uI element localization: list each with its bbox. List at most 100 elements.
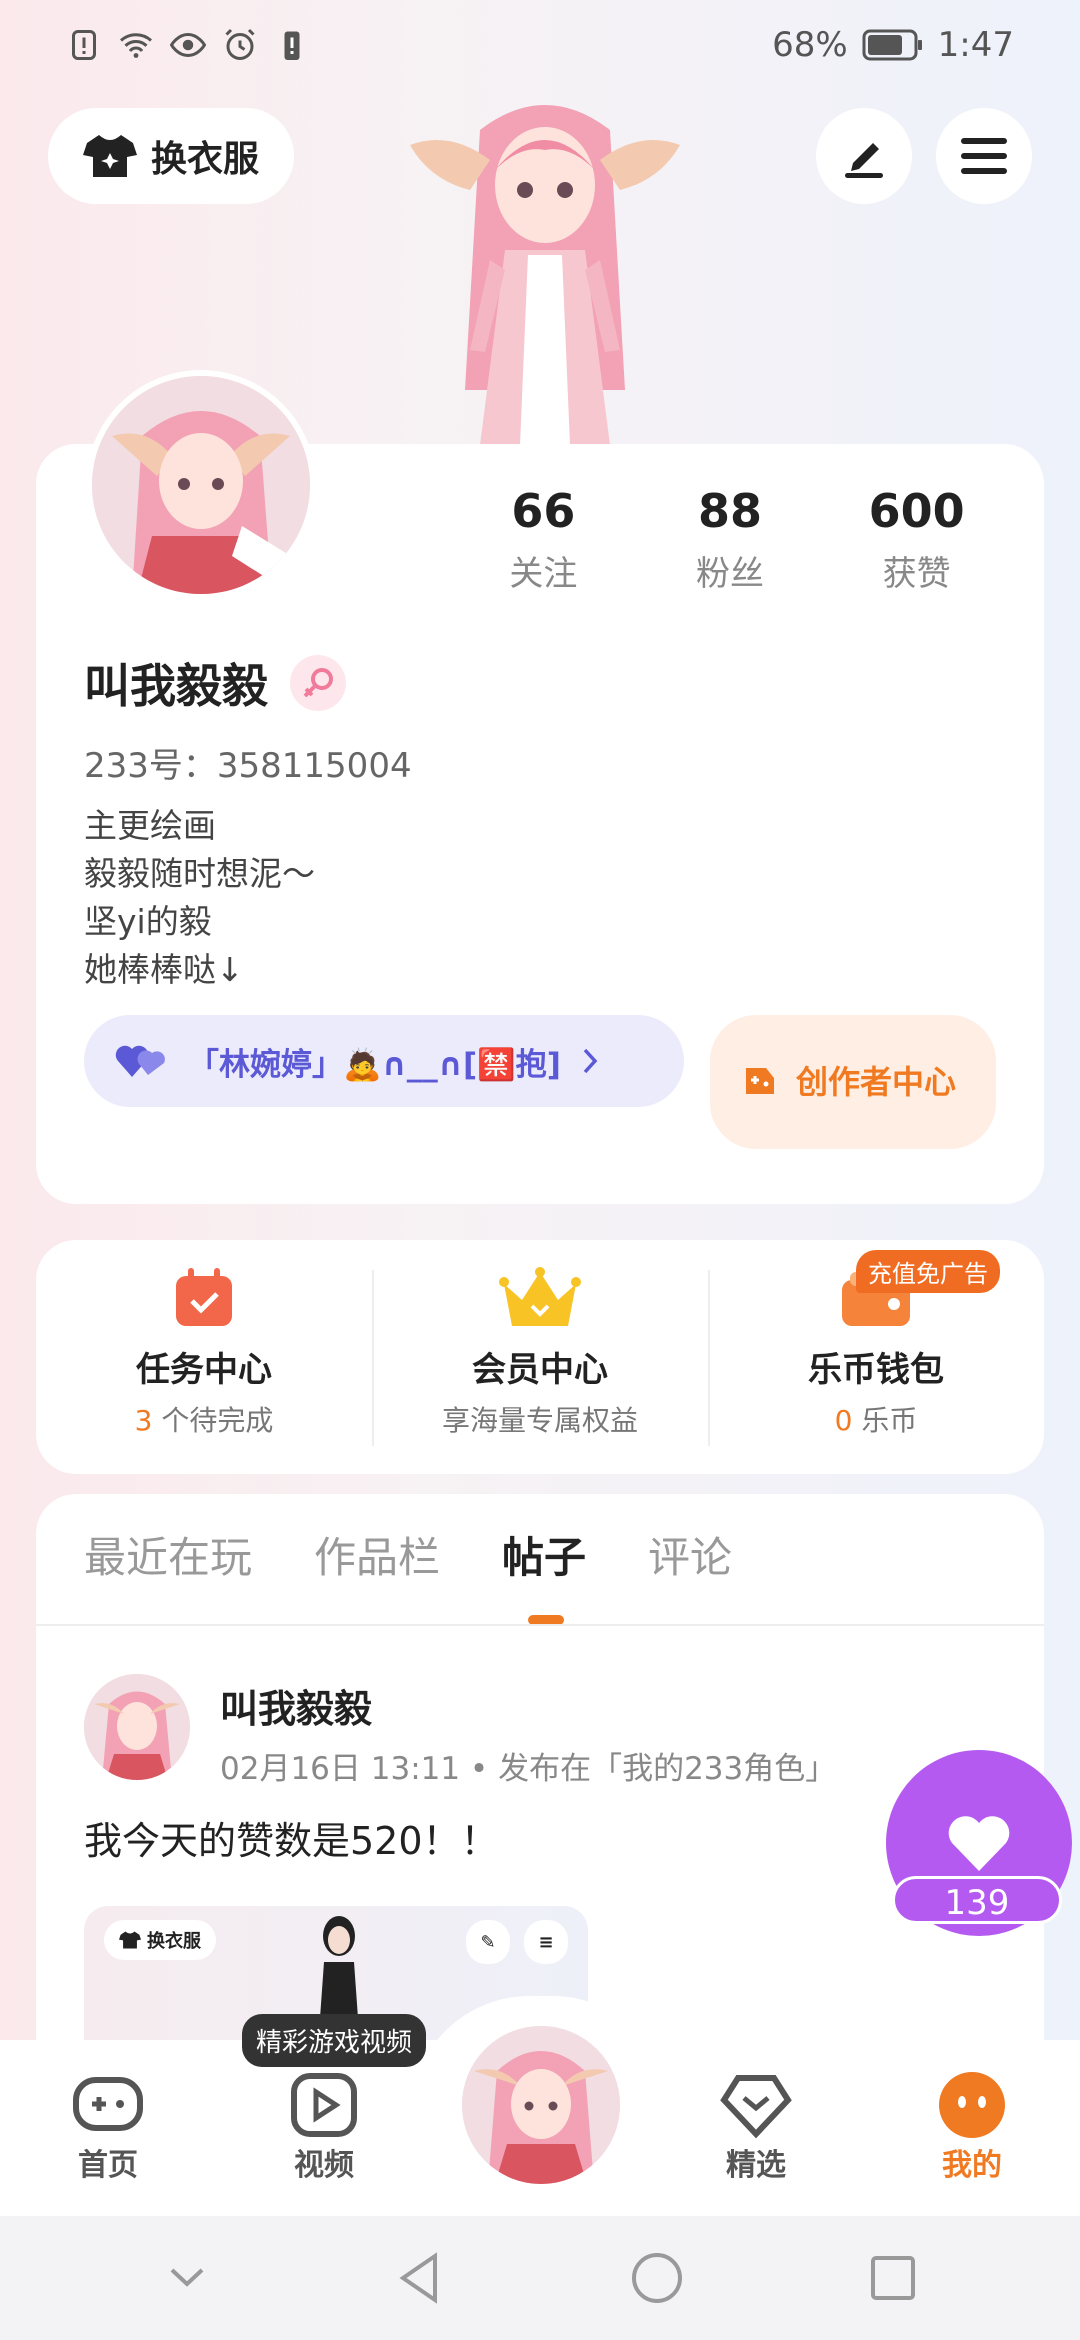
post-author-info: 叫我毅毅 02月16日 13:11 • 发布在「我的233角色」 [220, 1674, 836, 1788]
profile-stats: 66 关注 88 粉丝 600 获赞 [450, 484, 1010, 595]
stat-label: 粉丝 [696, 554, 764, 594]
relationship-pill[interactable]: 「林婉婷」🙇∩__∩[🈲抱] [84, 1015, 684, 1107]
bio-line: 主更绘画 [84, 806, 216, 845]
menu-button[interactable] [936, 108, 1032, 204]
post-author-name[interactable]: 叫我毅毅 [220, 1678, 836, 1733]
edit-profile-button[interactable] [816, 108, 912, 204]
nav-label: 精选 [726, 2148, 786, 2183]
post-meta: 02月16日 13:11 • 发布在「我的233角色」 [220, 1751, 837, 1787]
battery-icon [862, 29, 922, 61]
hamburger-icon [961, 138, 1007, 174]
video-tooltip: 精彩游戏视频 [242, 2014, 427, 2067]
avatar-image [92, 376, 310, 594]
user-id: 233号：358115004 [84, 746, 412, 786]
tab-recent-played[interactable]: 最近在玩 [84, 1524, 252, 1585]
task-center[interactable]: 任务中心 3 个待完成 [36, 1240, 372, 1474]
back-icon[interactable] [395, 2250, 445, 2306]
status-bar: 68% 1:47 [0, 0, 1080, 90]
chevron-down-icon[interactable] [162, 2258, 212, 2298]
center-title: 会员中心 [472, 1350, 608, 1390]
eye-icon [170, 32, 206, 58]
gamepad-icon [73, 2077, 143, 2131]
status-icons-right: 68% 1:47 [772, 25, 1014, 65]
alert-icon [72, 30, 96, 60]
tshirt-icon [82, 135, 137, 177]
profile-name: 叫我毅毅 [84, 650, 346, 716]
stat-value: 600 [868, 484, 965, 538]
double-heart-icon [115, 1045, 165, 1077]
tab-comments[interactable]: 评论 [648, 1524, 732, 1585]
stat-value: 66 [511, 484, 576, 538]
battery-alert-icon [284, 31, 300, 60]
face-icon [939, 2072, 1005, 2138]
crown-icon [499, 1267, 581, 1326]
coin-count: 0 [834, 1404, 853, 1437]
alarm-icon [225, 28, 255, 60]
post-image-outfit-chip: 换衣服 [104, 1920, 216, 1960]
center-title: 乐币钱包 [808, 1350, 944, 1390]
pending-count: 3 [134, 1404, 153, 1437]
tab-divider [36, 1624, 1044, 1626]
vip-center[interactable]: 会员中心 享海量专属权益 [372, 1240, 708, 1474]
nav-mine[interactable]: 我的 [864, 2040, 1080, 2184]
battery-percent: 68% [772, 25, 848, 65]
stat-value: 88 [698, 484, 763, 538]
wifi-icon [120, 33, 152, 58]
feed-tabs: 最近在玩 作品栏 帖子 评论 [84, 1524, 732, 1625]
chevron-right-icon [583, 1048, 598, 1074]
profile-avatar[interactable] [86, 370, 316, 600]
pen-icon [845, 143, 883, 178]
bio-line: 毅毅随时想泥～ [84, 854, 315, 893]
gamepad-icon [746, 1068, 774, 1094]
center-subtitle: 0 乐币 [835, 1399, 918, 1439]
outfit-label: 换衣服 [150, 139, 259, 180]
nav-label: 我的 [942, 2148, 1002, 2183]
username: 叫我毅毅 [84, 659, 268, 713]
stat-following[interactable]: 66 关注 [450, 484, 637, 595]
post-header: 叫我毅毅 02月16日 13:11 • 发布在「我的233角色」 [84, 1674, 836, 1788]
home-icon[interactable] [629, 2250, 685, 2306]
heart-icon [948, 1816, 1010, 1871]
bio-line: 她棒棒哒↓ [84, 950, 244, 989]
post-image-outfit-label: 换衣服 [147, 1931, 201, 1952]
center-subtitle: 3 个待完成 [135, 1399, 274, 1439]
calendar-check-icon [176, 1268, 232, 1326]
service-card: 任务中心 3 个待完成 会员中心 享海量专属权益 充值免广告 乐币钱包 0 乐币 [36, 1240, 1044, 1474]
clock: 1:47 [937, 25, 1014, 65]
center-title: 任务中心 [136, 1350, 272, 1390]
post-text[interactable]: 我今天的赞数是520！！ [84, 1810, 499, 1865]
stat-fans[interactable]: 88 粉丝 [637, 484, 824, 595]
status-icons-left [66, 27, 310, 63]
center-subtitle: 享海量专属权益 [441, 1404, 638, 1437]
post-avatar[interactable] [84, 1674, 190, 1780]
wallet[interactable]: 充值免广告 乐币钱包 0 乐币 [708, 1240, 1044, 1474]
nav-home[interactable]: 首页 [0, 2040, 216, 2184]
bio: 主更绘画 毅毅随时想泥～ 坚yi的毅 她棒棒哒↓ [84, 802, 315, 994]
nav-label: 首页 [78, 2148, 138, 2183]
nav-center-avatar[interactable] [456, 2020, 626, 2190]
tab-works[interactable]: 作品栏 [314, 1524, 440, 1585]
avatar-3d-character[interactable] [410, 90, 680, 445]
play-icon [291, 2073, 357, 2137]
bio-line: 坚yi的毅 [84, 902, 212, 941]
creator-label: 创作者中心 [796, 1063, 957, 1101]
promo-badge: 充值免广告 [856, 1250, 1000, 1293]
like-count: 139 [892, 1876, 1062, 1924]
outfit-button[interactable]: 换衣服 [48, 108, 294, 204]
pending-label: 个待完成 [152, 1404, 274, 1437]
recents-icon[interactable] [868, 2253, 918, 2303]
nav-featured[interactable]: 精选 [648, 2040, 864, 2184]
tab-posts[interactable]: 帖子 [502, 1524, 586, 1625]
hamburger-icon: ≡ [524, 1920, 568, 1964]
tshirt-icon [119, 1931, 141, 1949]
stat-label: 获赞 [882, 554, 951, 594]
stat-likes[interactable]: 600 获赞 [823, 484, 1010, 595]
nav-label: 视频 [294, 2148, 354, 2183]
coin-label: 乐币 [852, 1404, 918, 1437]
stat-label: 关注 [509, 554, 578, 594]
pen-icon: ✎ [466, 1920, 510, 1964]
female-icon [290, 655, 346, 711]
system-nav [0, 2216, 1080, 2340]
creator-center-button[interactable]: 创作者中心 [710, 1015, 996, 1149]
pill-label: 「林婉婷」🙇∩__∩[🈲抱] [188, 1046, 561, 1083]
